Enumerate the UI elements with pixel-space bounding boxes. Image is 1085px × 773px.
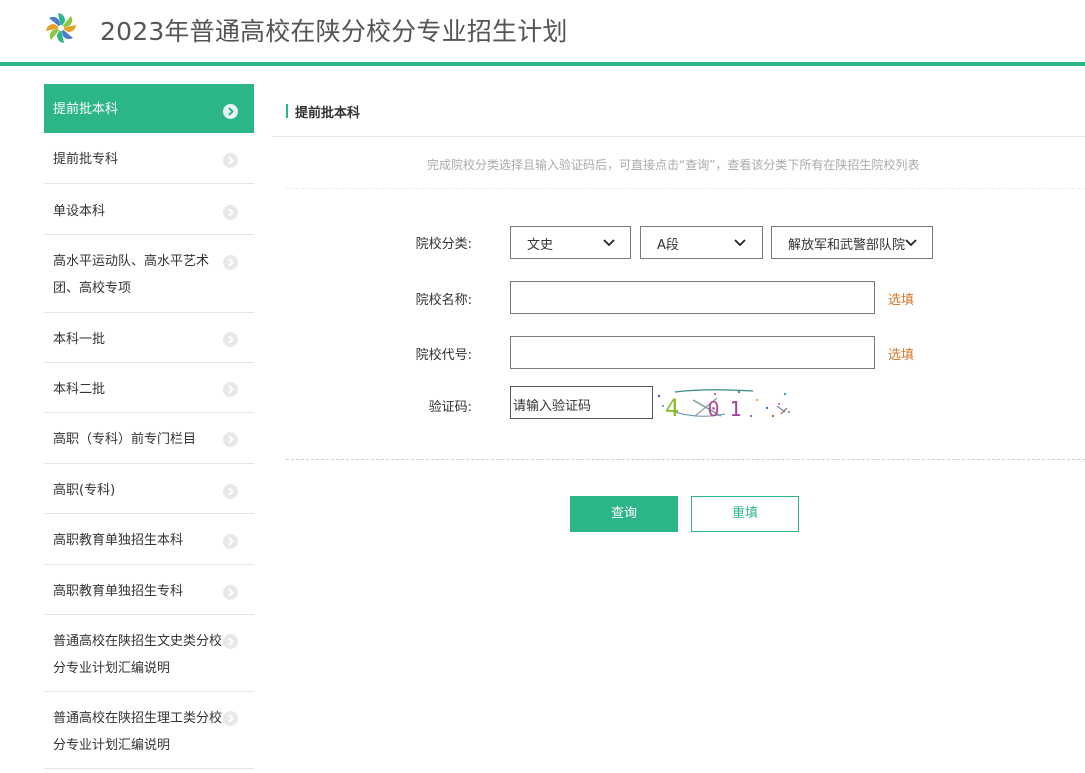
chevron-right-icon [223, 153, 238, 168]
captcha-digit: 1 [730, 397, 742, 421]
query-button[interactable]: 查询 [570, 496, 678, 532]
section-title: 提前批本科 [295, 106, 361, 121]
sidebar-item-gaoshuiping[interactable]: 高水平运动队、高水平艺术团、高校专项 [44, 235, 254, 313]
sidebar-item-label: 提前批本科 [53, 102, 119, 117]
captcha-label: 验证码: [428, 400, 472, 415]
segment-select[interactable]: A段 [640, 226, 763, 259]
select-value: 文史 [527, 238, 554, 253]
pinwheel-logo-icon [46, 13, 76, 43]
sidebar-item-label: 提前批专科 [53, 152, 119, 167]
school-code-label: 院校代号: [415, 348, 472, 363]
captcha-input[interactable]: 请输入验证码 [510, 386, 653, 419]
school-name-label: 院校名称: [415, 293, 472, 308]
sidebar-item-danzhao-benke[interactable]: 高职教育单独招生本科 [44, 514, 254, 565]
chevron-right-icon [223, 104, 238, 119]
chevron-down-icon [905, 239, 917, 247]
sidebar-item-label: 本科一批 [53, 332, 106, 347]
sidebar-item-label: 高职（专科）前专门栏目 [53, 432, 197, 447]
category-label: 院校分类: [415, 237, 472, 252]
captcha-digit: 0 [707, 397, 719, 421]
section-marker [286, 104, 288, 118]
school-code-pick-link[interactable]: 选填 [888, 344, 914, 363]
select-value: A段 [657, 238, 679, 253]
page-title: 2023年普通高校在陕分校分专业招生计划 [100, 17, 568, 46]
chevron-right-icon [223, 585, 238, 600]
reset-button[interactable]: 重填 [691, 496, 799, 532]
header-divider [0, 62, 1085, 66]
sidebar-item-label: 高职教育单独招生本科 [53, 533, 184, 548]
sidebar-item-danshe-benke[interactable]: 单设本科 [44, 184, 254, 235]
sidebar-item-label: 高职(专科) [53, 483, 116, 498]
site-header: 2023年普通高校在陕分校分专业招生计划 [0, 0, 1085, 62]
chevron-right-icon [223, 255, 238, 270]
captcha-placeholder: 请输入验证码 [513, 399, 592, 414]
chevron-down-icon [734, 239, 746, 247]
chevron-down-icon [603, 239, 615, 247]
sidebar-item-ligong-shuoming[interactable]: 普通高校在陕招生理工类分校分专业计划汇编说明 [44, 692, 254, 769]
sidebar-item-gaozhi-zhuanke[interactable]: 高职(专科) [44, 464, 254, 514]
chevron-right-icon [223, 332, 238, 347]
subject-select[interactable]: 文史 [510, 226, 631, 259]
divider [286, 188, 1085, 189]
school-name-input[interactable] [510, 281, 875, 314]
sidebar-item-label: 普通高校在陕招生文史类分校分专业计划汇编说明 [53, 634, 223, 676]
sidebar-item-gaozhi-qian[interactable]: 高职（专科）前专门栏目 [44, 413, 254, 464]
captcha-digit: 4 [665, 394, 679, 422]
divider [286, 459, 1085, 460]
chevron-right-icon [223, 382, 238, 397]
sidebar-item-tiqian-benke[interactable]: 提前批本科 [44, 84, 254, 133]
sidebar-item-label: 本科二批 [53, 382, 106, 397]
chevron-right-icon [223, 711, 238, 726]
chevron-right-icon [223, 634, 238, 649]
school-name-pick-link[interactable]: 选填 [888, 289, 914, 308]
sidebar-item-label: 单设本科 [53, 204, 106, 219]
school-type-select[interactable]: 解放军和武警部队院 [771, 226, 933, 259]
chevron-right-icon [223, 432, 238, 447]
sidebar-item-label: 高职教育单独招生专科 [53, 584, 184, 599]
instruction-hint: 完成院校分类选择且输入验证码后，可直接点击“查询”，查看该分类下所有在陕招生院校… [427, 158, 920, 172]
sidebar-item-label: 高水平运动队、高水平艺术团、高校专项 [53, 254, 210, 296]
sidebar-item-benke-yipi[interactable]: 本科一批 [44, 313, 254, 363]
sidebar-item-wenshi-shuoming[interactable]: 普通高校在陕招生文史类分校分专业计划汇编说明 [44, 615, 254, 692]
chevron-right-icon [223, 205, 238, 220]
captcha-text: 4 01 [665, 394, 742, 422]
sidebar-item-benke-erpi[interactable]: 本科二批 [44, 363, 254, 413]
sidebar-item-label: 普通高校在陕招生理工类分校分专业计划汇编说明 [53, 711, 223, 753]
school-code-input[interactable] [510, 336, 875, 369]
select-value: 解放军和武警部队院 [788, 238, 906, 253]
divider [272, 136, 1085, 137]
sidebar-item-danzhao-zhuanke[interactable]: 高职教育单独招生专科 [44, 565, 254, 615]
chevron-right-icon [223, 484, 238, 499]
chevron-right-icon [223, 534, 238, 549]
sidebar-item-tiqian-zhuanke[interactable]: 提前批专科 [44, 133, 254, 184]
captcha-image[interactable]: 4 01 [655, 386, 793, 422]
